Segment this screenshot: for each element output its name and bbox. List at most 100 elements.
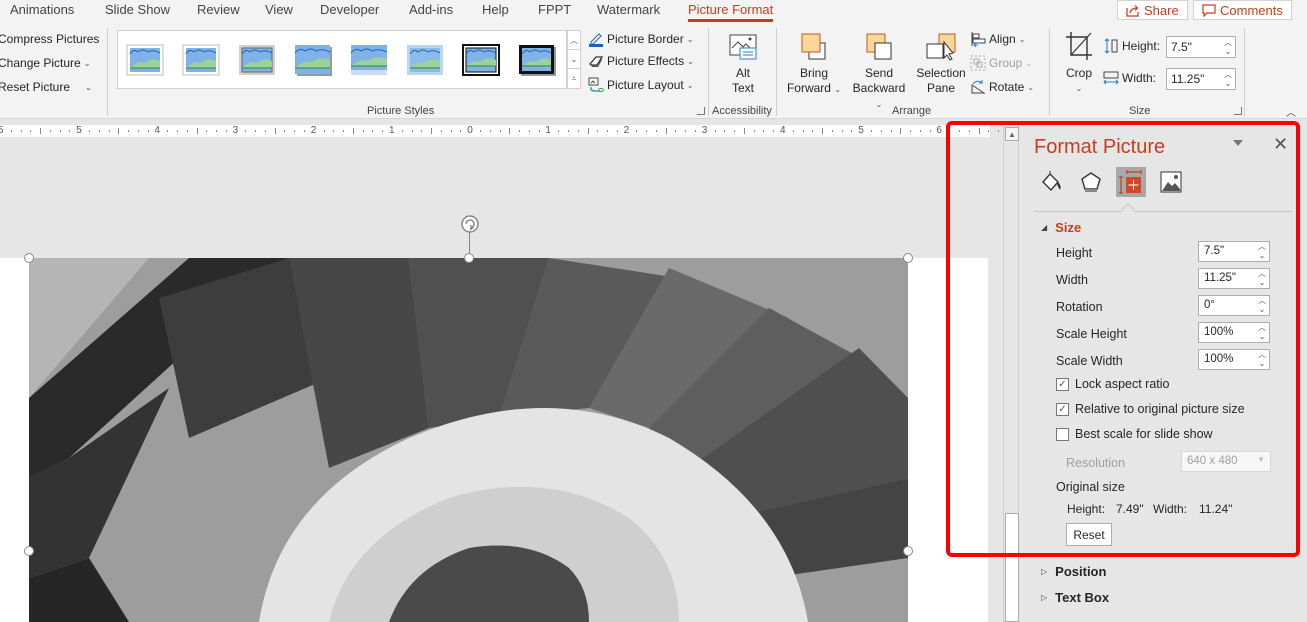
close-icon[interactable]: ✕ [1273,134,1288,155]
picture-style-1[interactable] [126,44,164,76]
scale-width-spinner[interactable]: ︿ ⌄ [1258,350,1266,368]
picture-style-6[interactable] [406,44,444,76]
ruler-tick [255,130,257,132]
ruler-tick [431,128,433,134]
rotation-spinner[interactable]: ︿ ⌄ [1258,296,1266,314]
tab-help[interactable]: Help [482,2,509,17]
checkbox-checked-icon[interactable]: ✓ [1056,377,1069,391]
gallery-more-button[interactable]: ⩡ [568,69,580,88]
ruler-label: 4 [780,125,786,136]
ruler-tick [968,130,970,132]
tab-slide-show[interactable]: Slide Show [105,2,170,17]
picture-style-5[interactable] [350,44,388,76]
scale-width-input[interactable]: 100% ︿ ⌄ [1198,349,1270,370]
rotate-button[interactable]: Rotate ⌄ [970,79,1034,95]
lock-aspect-ratio-checkbox[interactable]: ✓ Lock aspect ratio [1056,377,1170,391]
picture-style-2[interactable] [182,44,220,76]
picture-styles-dialog-launcher[interactable] [697,107,705,115]
bring-forward-button[interactable]: Bring Forward ⌄ [786,32,842,97]
alt-text-button[interactable]: Alt Text [722,32,764,96]
width-input[interactable]: 11.25" ︿ ⌄ [1198,268,1270,289]
comments-button[interactable]: Comments [1193,0,1292,20]
scale-height-input[interactable]: 100% ︿ ⌄ [1198,322,1270,343]
gallery-scroll-down-button[interactable]: ⌄ [568,50,580,69]
ruler-tick [147,130,149,132]
pane-tab-fill-line[interactable] [1036,167,1066,197]
reset-picture-button[interactable]: Reset Picture ⌄ [0,80,92,94]
ruler-tick [30,130,32,132]
scroll-up-button[interactable]: ▲ [1005,127,1019,141]
selection-pane-button[interactable]: Selection Pane [914,32,968,96]
pane-tab-picture[interactable] [1156,167,1186,197]
width-spinner[interactable]: ︿ ⌄ [1224,70,1232,88]
scrollbar-thumb[interactable] [1005,513,1019,622]
resolution-dropdown[interactable]: 640 x 480 ▼ [1181,451,1271,472]
picture-style-4[interactable] [294,44,332,76]
ruler-tick [665,128,667,134]
compress-pictures-button[interactable]: Compress Pictures [0,32,99,46]
picture-layout-button[interactable]: Picture Layout ⌄ [588,77,693,93]
selected-picture[interactable] [29,258,908,622]
ruler-tick [333,130,335,132]
crop-button[interactable]: Crop ⌄ [1061,30,1097,96]
height-input[interactable]: 7.5" ︿ ⌄ [1198,241,1270,262]
chevron-down-icon: ⌄ [686,34,694,44]
tab-fppt[interactable]: FPPT [538,2,571,17]
width-spinner[interactable]: ︿ ⌄ [1258,269,1266,287]
picture-border-button[interactable]: Picture Border ⌄ [588,31,693,47]
relative-original-size-checkbox[interactable]: ✓ Relative to original picture size [1056,402,1245,416]
resize-handle-top-center[interactable] [464,253,474,263]
tab-view[interactable]: View [265,2,293,17]
picture-styles-group-label: Picture Styles [367,105,435,117]
chevron-down-icon: ⌄ [1027,82,1035,92]
vertical-scrollbar[interactable]: ▲ [1003,125,1019,622]
pane-tab-size-properties[interactable] [1116,167,1146,197]
align-button[interactable]: Align ⌄ [970,31,1025,47]
tab-developer[interactable]: Developer [320,2,379,17]
group-button[interactable]: Group ⌄ [970,55,1032,71]
gallery-scroll-up-button[interactable]: ︿ [568,31,580,50]
resize-handle-middle-right[interactable] [903,546,913,556]
ruler-tick [841,130,843,132]
ribbon-width-input[interactable]: 11.25" ︿ ⌄ [1166,68,1236,90]
send-backward-button[interactable]: Send Backward ⌄ [848,32,910,112]
pane-options-dropdown-icon[interactable] [1233,140,1243,146]
pane-tab-effects[interactable] [1076,167,1106,197]
bring-forward-line1: Bring [799,66,828,80]
picture-style-8[interactable] [518,44,556,76]
tab-animations[interactable]: Animations [10,2,74,17]
ribbon-height-input[interactable]: 7.5" ︿ ⌄ [1166,36,1236,58]
height-spinner[interactable]: ︿ ⌄ [1224,38,1232,56]
checkbox-unchecked-icon[interactable] [1056,427,1069,441]
picture-style-7[interactable] [462,44,500,76]
height-spinner[interactable]: ︿ ⌄ [1258,242,1266,260]
resize-handle-top-left[interactable] [24,253,34,263]
picture-style-3[interactable] [238,44,276,76]
best-scale-checkbox[interactable]: Best scale for slide show [1056,427,1213,441]
tab-add-ins[interactable]: Add-ins [409,2,453,17]
rotation-input[interactable]: 0° ︿ ⌄ [1198,295,1270,316]
reset-size-button[interactable]: Reset [1066,523,1112,546]
tab-review[interactable]: Review [197,2,240,17]
tab-picture-format[interactable]: Picture Format [688,2,774,22]
position-section-header[interactable]: ▷ Position [1041,564,1106,579]
rotation-input-value: 0° [1204,299,1215,311]
tab-watermark[interactable]: Watermark [597,2,660,17]
ruler-tick [401,130,403,132]
picture-effects-button[interactable]: Picture Effects ⌄ [588,54,694,68]
resize-handle-top-right[interactable] [903,253,913,263]
size-dialog-launcher[interactable] [1234,107,1242,115]
share-button[interactable]: Share [1117,0,1188,20]
resize-handle-middle-left[interactable] [24,546,34,556]
collapse-ribbon-icon[interactable]: ︿ [1286,104,1296,119]
format-picture-pane: Format Picture ✕ ◢ Size Height 7.5" ︿ ⌄ W… [1021,122,1307,622]
size-section-header[interactable]: ◢ Size [1041,220,1081,235]
ruler-tick [743,128,745,134]
textbox-section-header[interactable]: ▷ Text Box [1041,590,1109,605]
rotation-handle-icon[interactable] [459,213,481,235]
change-picture-button[interactable]: Change Picture ⌄ [0,56,90,70]
position-section-title: Position [1055,564,1107,579]
lock-aspect-ratio-label: Lock aspect ratio [1075,377,1170,391]
checkbox-checked-icon[interactable]: ✓ [1056,402,1069,416]
scale-height-spinner[interactable]: ︿ ⌄ [1258,323,1266,341]
